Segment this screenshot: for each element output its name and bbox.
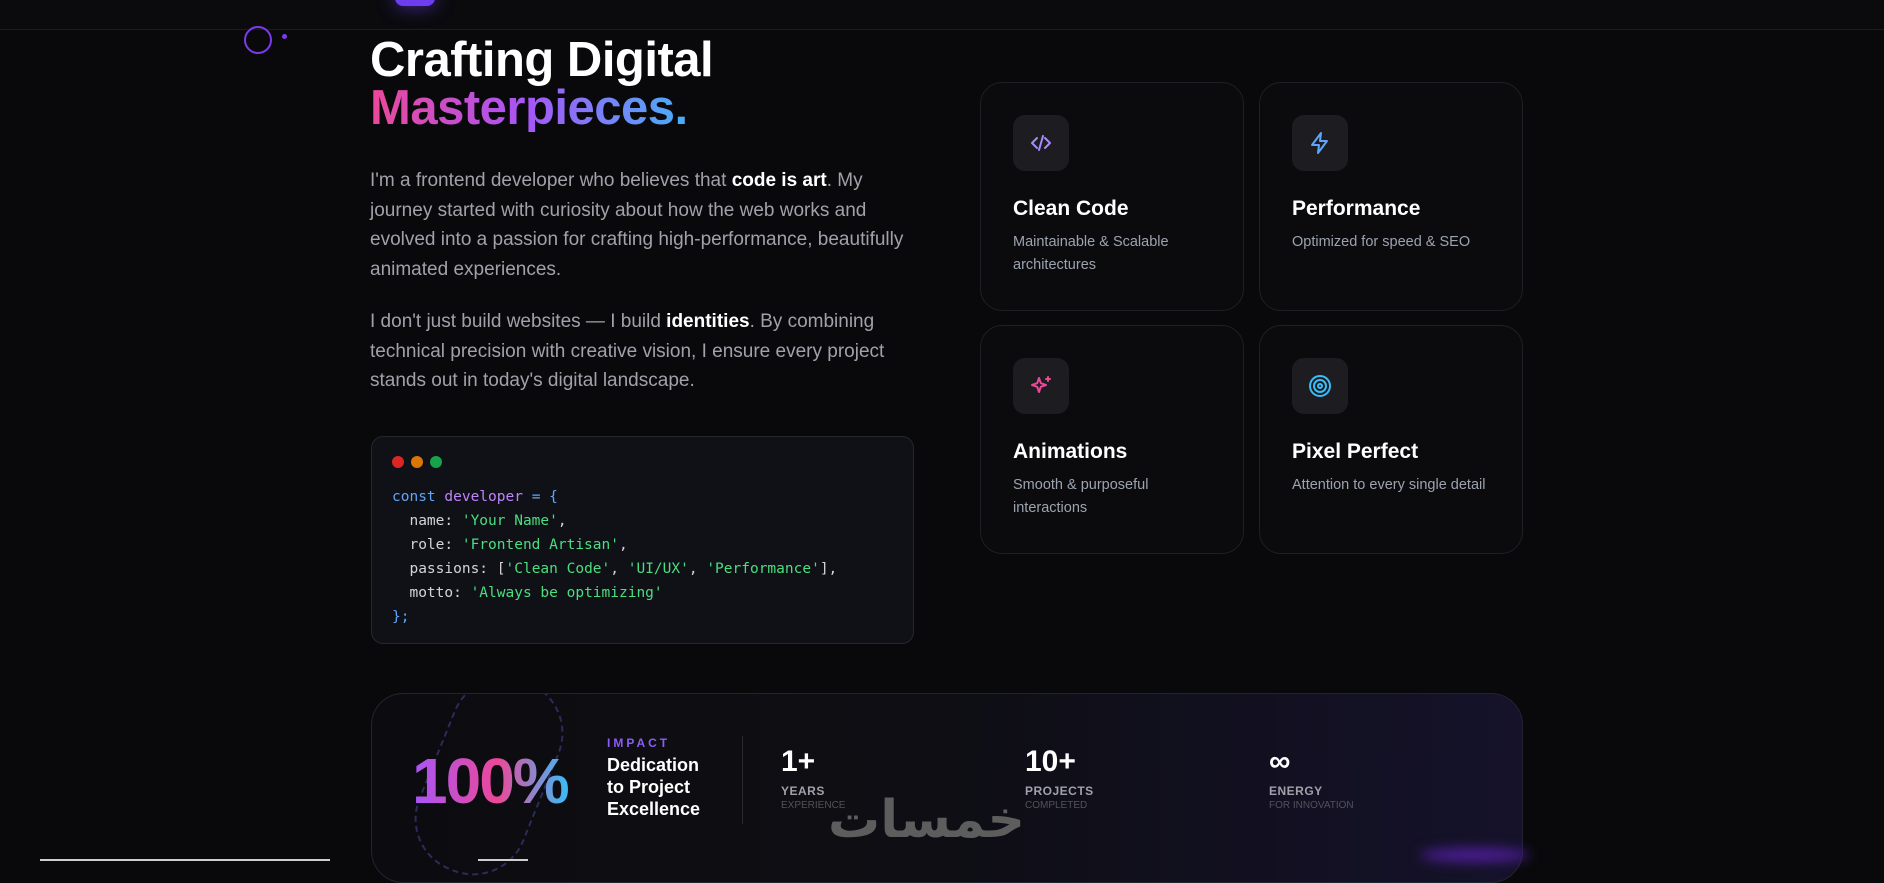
impact-percentage: 100% [412,745,570,817]
stat-sublabel: COMPLETED [1025,800,1088,811]
stat-value: ∞ [1269,745,1291,778]
about-paragraph-2: I don't just build websites — I build id… [370,311,885,391]
highlight-code-is-art: code is art [731,170,827,191]
stat-value: 10+ [1025,745,1076,778]
scroll-indicator [40,859,330,861]
window-dot-yellow [411,456,423,468]
feature-description: Maintainable & Scalable architectures [1013,234,1169,273]
target-icon [1292,358,1348,414]
feature-title: Clean Code [1013,197,1129,220]
highlight-identities: identities [666,311,750,332]
feature-card-animations: Animations Smooth & purposeful interacti… [980,325,1244,554]
stat-label: ENERGY [1269,784,1323,798]
page-title: Crafting Digital Masterpieces. [370,33,714,133]
window-dots [392,456,442,468]
feature-description: Optimized for speed & SEO [1292,234,1471,250]
scroll-indicator-segment [478,859,528,861]
stat-sublabel: FOR INNOVATION [1269,800,1354,811]
feature-title: Animations [1013,440,1128,463]
feature-title: Performance [1292,197,1421,220]
nav-accent [395,0,435,6]
about-paragraph-1: I'm a frontend developer who believes th… [370,170,904,280]
code-snippet-card: const developer = { name: 'Your Name', r… [371,436,914,644]
top-nav-bar [0,0,1884,30]
sparkles-icon [1013,358,1069,414]
impact-title: Dedication to Project Excellence [607,755,701,819]
divider [742,736,743,824]
feature-card-performance: Performance Optimized for speed & SEO [1259,82,1523,311]
watermark-logo: خمسات [828,790,1026,850]
code-icon [1013,115,1069,171]
feature-description: Attention to every single detail [1292,477,1486,493]
stat-projects: 10+ PROJECTS COMPLETED [1025,745,1094,812]
decorative-ring [244,26,272,54]
feature-title: Pixel Perfect [1292,440,1419,463]
stats-panel: 100% IMPACT Dedication to Project Excell… [371,693,1523,883]
decorative-dot [282,34,287,39]
ambient-glow [1420,848,1530,862]
feature-description: Smooth & purposeful interactions [1013,477,1149,516]
title-line-2-gradient: Masterpieces. [370,84,713,133]
window-dot-red [392,456,404,468]
bolt-icon [1292,115,1348,171]
title-line-1: Crafting Digital [370,33,714,87]
feature-card-pixel-perfect: Pixel Perfect Attention to every single … [1259,325,1523,554]
feature-card-clean-code: Clean Code Maintainable & Scalable archi… [980,82,1244,311]
stat-energy: ∞ ENERGY FOR INNOVATION [1269,745,1354,812]
window-dot-green [430,456,442,468]
stat-label: PROJECTS [1025,784,1094,798]
stat-value: 1+ [781,745,816,778]
impact-tag: IMPACT [607,736,671,750]
code-block: const developer = { name: 'Your Name', r… [392,489,838,625]
